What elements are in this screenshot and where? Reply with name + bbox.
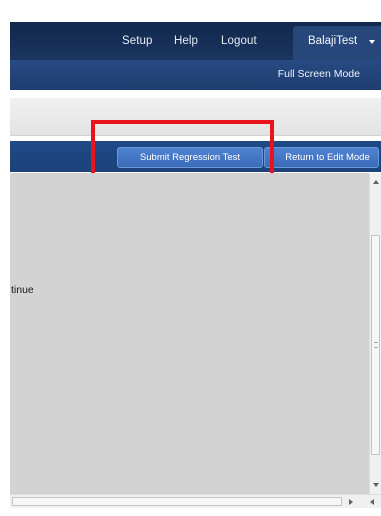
user-menu-dropdown[interactable]: BalajiTest [293,26,381,60]
secondary-bar: Full Screen Mode [10,60,381,90]
content-panel: tinue [10,173,369,494]
content-message: tinue [11,284,34,296]
horizontal-scroll-thumb[interactable] [12,497,342,506]
caret-down-icon [369,40,375,44]
user-name: BalajiTest [308,35,358,47]
horizontal-scrollbar[interactable] [10,494,381,508]
grip-icon [374,342,378,348]
help-link[interactable]: Help [174,35,198,47]
toolbar-strip [10,98,381,136]
return-to-edit-mode-button[interactable]: Return to Edit Mode [264,147,379,168]
vertical-scroll-thumb[interactable] [371,235,380,455]
logout-link[interactable]: Logout [221,35,257,47]
scroll-up-arrow-icon[interactable] [373,180,379,184]
scroll-right-arrow-icon[interactable] [349,499,353,505]
vertical-scrollbar[interactable] [369,173,381,494]
action-bar: Submit Regression Test Return to Edit Mo… [10,141,381,172]
submit-regression-test-button[interactable]: Submit Regression Test [117,147,263,168]
setup-link[interactable]: Setup [122,35,153,47]
top-navigation-bar: Setup Help Logout BalajiTest [10,22,381,60]
scroll-down-arrow-icon[interactable] [373,483,379,487]
full-screen-mode-link[interactable]: Full Screen Mode [278,68,360,80]
app-window: Setup Help Logout BalajiTest Full Screen… [0,0,381,516]
scroll-left-arrow-icon[interactable] [370,499,374,505]
